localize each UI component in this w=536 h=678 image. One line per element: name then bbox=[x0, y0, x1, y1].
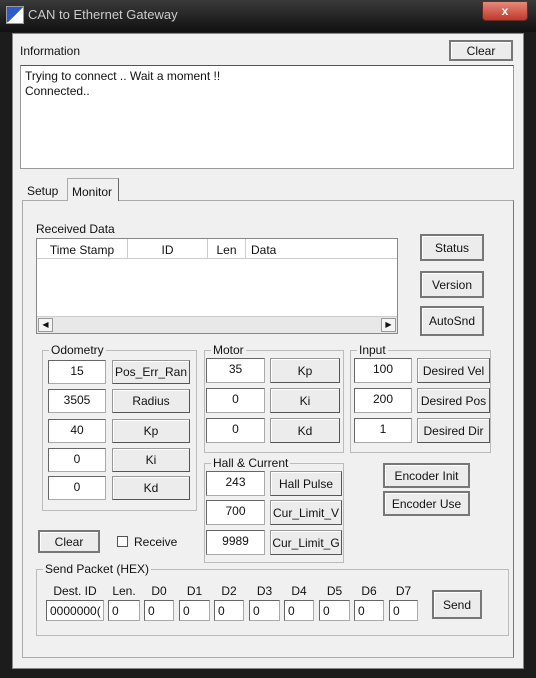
send-field-input[interactable]: 0000000( bbox=[46, 600, 104, 621]
info-line: Trying to connect .. Wait a moment !! bbox=[25, 69, 221, 83]
send-button[interactable]: Send bbox=[432, 590, 482, 619]
send-field-label: D7 bbox=[395, 584, 412, 598]
send-field-input[interactable]: 0 bbox=[389, 600, 418, 621]
tab-setup[interactable]: Setup bbox=[27, 184, 58, 198]
scroll-right-arrow-icon[interactable]: ▶ bbox=[381, 318, 396, 332]
input-set-button[interactable]: Desired Dir bbox=[417, 418, 490, 443]
clear-received-button[interactable]: Clear bbox=[38, 530, 100, 553]
hall-value-input[interactable]: 243 bbox=[206, 471, 265, 496]
motor-set-button[interactable]: Kp bbox=[270, 358, 340, 383]
column-time-stamp[interactable]: Time Stamp bbox=[37, 239, 128, 258]
odometry-value-input[interactable]: 3505 bbox=[48, 389, 106, 413]
input-value-input[interactable]: 200 bbox=[354, 388, 412, 413]
send-field-input[interactable]: 0 bbox=[319, 600, 350, 621]
info-clear-button[interactable]: Clear bbox=[449, 40, 513, 61]
encoder-use-button[interactable]: Encoder Use bbox=[383, 491, 470, 516]
info-line: Connected.. bbox=[25, 84, 90, 98]
send-field-input[interactable]: 0 bbox=[284, 600, 314, 621]
hall-set-button[interactable]: Cur_Limit_V bbox=[270, 500, 342, 525]
motor-value-input[interactable]: 0 bbox=[206, 418, 265, 443]
receive-checkbox[interactable] bbox=[117, 536, 128, 547]
receive-label[interactable]: Receive bbox=[134, 535, 177, 549]
received-data-label: Received Data bbox=[36, 222, 115, 236]
send-field-input[interactable]: 0 bbox=[108, 600, 140, 621]
send-field-input[interactable]: 0 bbox=[144, 600, 174, 621]
app-icon bbox=[6, 6, 24, 24]
send-field-label: D0 bbox=[151, 584, 167, 598]
odometry-value-input[interactable]: 0 bbox=[48, 476, 106, 500]
input-label: Input bbox=[357, 343, 388, 357]
list-header: Time Stamp ID Len Data bbox=[37, 239, 397, 259]
send-field-input[interactable]: 0 bbox=[214, 600, 244, 621]
odometry-set-button[interactable]: Ki bbox=[112, 448, 190, 472]
motor-set-button[interactable]: Ki bbox=[270, 388, 340, 413]
tab-monitor[interactable]: Monitor bbox=[67, 178, 119, 201]
input-value-input[interactable]: 100 bbox=[354, 358, 412, 383]
odometry-value-input[interactable]: 0 bbox=[48, 448, 106, 472]
scroll-left-arrow-icon[interactable]: ◀ bbox=[38, 318, 53, 332]
motor-value-input[interactable]: 0 bbox=[206, 388, 265, 413]
motor-value-input[interactable]: 35 bbox=[206, 358, 265, 383]
column-id[interactable]: ID bbox=[128, 239, 208, 258]
hall-set-button[interactable]: Hall Pulse bbox=[270, 471, 342, 496]
odometry-set-button[interactable]: Radius bbox=[112, 389, 190, 413]
version-button[interactable]: Version bbox=[420, 271, 484, 298]
send-field-input[interactable]: 0 bbox=[179, 600, 210, 621]
column-len[interactable]: Len bbox=[208, 239, 246, 258]
odometry-set-button[interactable]: Kd bbox=[112, 476, 190, 500]
send-field-label: D3 bbox=[256, 584, 273, 598]
hall-value-input[interactable]: 700 bbox=[206, 500, 265, 525]
odometry-set-button[interactable]: Kp bbox=[112, 419, 190, 443]
send-field-label: Len. bbox=[112, 584, 136, 598]
status-button[interactable]: Status bbox=[420, 234, 484, 261]
motor-set-button[interactable]: Kd bbox=[270, 418, 340, 443]
send-packet-label: Send Packet (HEX) bbox=[43, 562, 152, 576]
info-textbox[interactable]: Trying to connect .. Wait a moment !! Co… bbox=[20, 65, 514, 169]
odometry-label: Odometry bbox=[49, 343, 106, 357]
horizontal-scrollbar[interactable]: ◀ ▶ bbox=[37, 316, 397, 333]
odometry-value-input[interactable]: 15 bbox=[48, 360, 106, 384]
odometry-value-input[interactable]: 40 bbox=[48, 419, 106, 443]
send-field-input[interactable]: 0 bbox=[249, 600, 280, 621]
information-label: Information bbox=[20, 44, 81, 58]
hall-value-input[interactable]: 9989 bbox=[206, 530, 265, 555]
send-field-label: D6 bbox=[361, 584, 377, 598]
autosnd-button[interactable]: AutoSnd bbox=[420, 306, 484, 336]
send-field-label: D4 bbox=[291, 584, 307, 598]
send-field-label: Dest. ID bbox=[53, 584, 97, 598]
input-value-input[interactable]: 1 bbox=[354, 418, 412, 443]
input-set-button[interactable]: Desired Vel bbox=[417, 358, 490, 383]
encoder-init-button[interactable]: Encoder Init bbox=[383, 463, 470, 488]
send-field-label: D1 bbox=[186, 584, 203, 598]
hall-current-label: Hall & Current bbox=[211, 456, 291, 470]
send-field-label: D2 bbox=[221, 584, 237, 598]
column-data[interactable]: Data bbox=[246, 239, 397, 258]
close-button[interactable]: x bbox=[482, 1, 528, 21]
received-data-list[interactable]: Time Stamp ID Len Data ◀ ▶ bbox=[36, 238, 398, 334]
odometry-set-button[interactable]: Pos_Err_Ran bbox=[112, 360, 190, 384]
send-field-label: D5 bbox=[326, 584, 343, 598]
hall-set-button[interactable]: Cur_Limit_G bbox=[270, 530, 342, 555]
window-title: CAN to Ethernet Gateway bbox=[28, 7, 178, 22]
input-set-button[interactable]: Desired Pos bbox=[417, 388, 490, 413]
motor-label: Motor bbox=[211, 343, 246, 357]
send-field-input[interactable]: 0 bbox=[354, 600, 384, 621]
